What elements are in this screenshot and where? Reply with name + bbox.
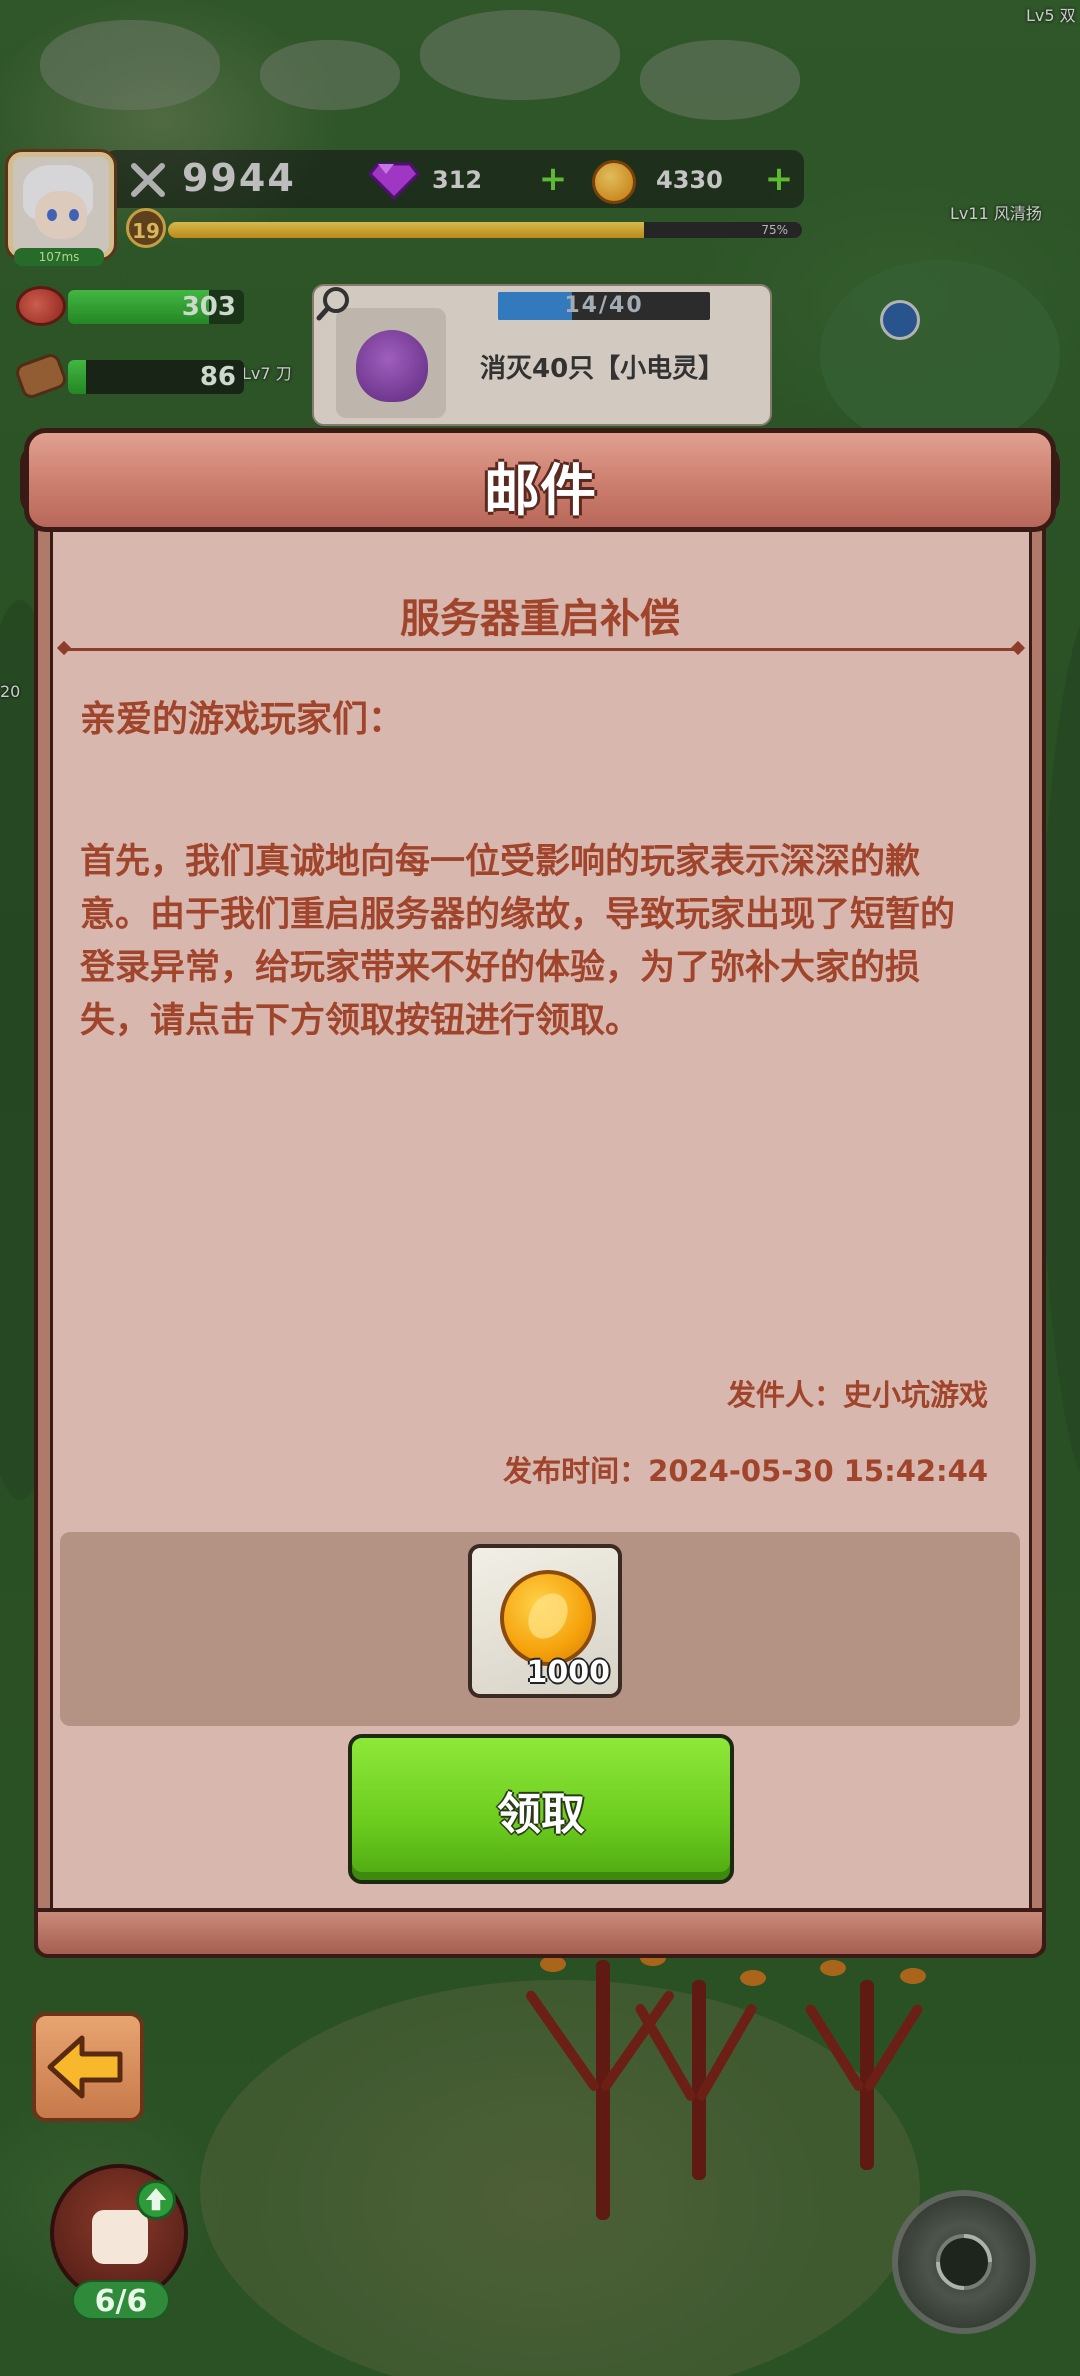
subject-divider	[64, 648, 1018, 651]
claim-button-label: 领取	[497, 1789, 585, 1840]
vortex-icon	[936, 2234, 992, 2290]
hero-portrait	[92, 2210, 148, 2264]
reward-quantity: 1000	[526, 1655, 611, 1690]
mail-sender: 发件人：史小坑游戏	[726, 1378, 988, 1412]
mail-body: 首先，我们真诚地向每一位受影响的玩家表示深深的歉意。由于我们重启服务器的缘故，导…	[80, 842, 956, 1041]
mail-subject: 服务器重启补偿	[400, 596, 680, 642]
gold-coin-icon	[500, 1570, 596, 1666]
mail-timestamp: 发布时间：2024-05-30 15:42:44	[503, 1454, 988, 1488]
portal-button[interactable]	[892, 2190, 1036, 2334]
reward-item[interactable]: 1000	[468, 1544, 622, 1698]
mail-window-title: 邮件	[484, 459, 596, 524]
claim-button[interactable]: 领取	[348, 1734, 734, 1884]
mail-panel-footer	[34, 1908, 1046, 1958]
arrow-up-icon	[136, 2180, 176, 2220]
mail-greeting: 亲爱的游戏玩家们：	[80, 699, 405, 740]
back-button[interactable]	[32, 2012, 144, 2122]
hero-count: 6/6	[72, 2280, 170, 2320]
arrow-left-icon	[47, 2035, 123, 2099]
